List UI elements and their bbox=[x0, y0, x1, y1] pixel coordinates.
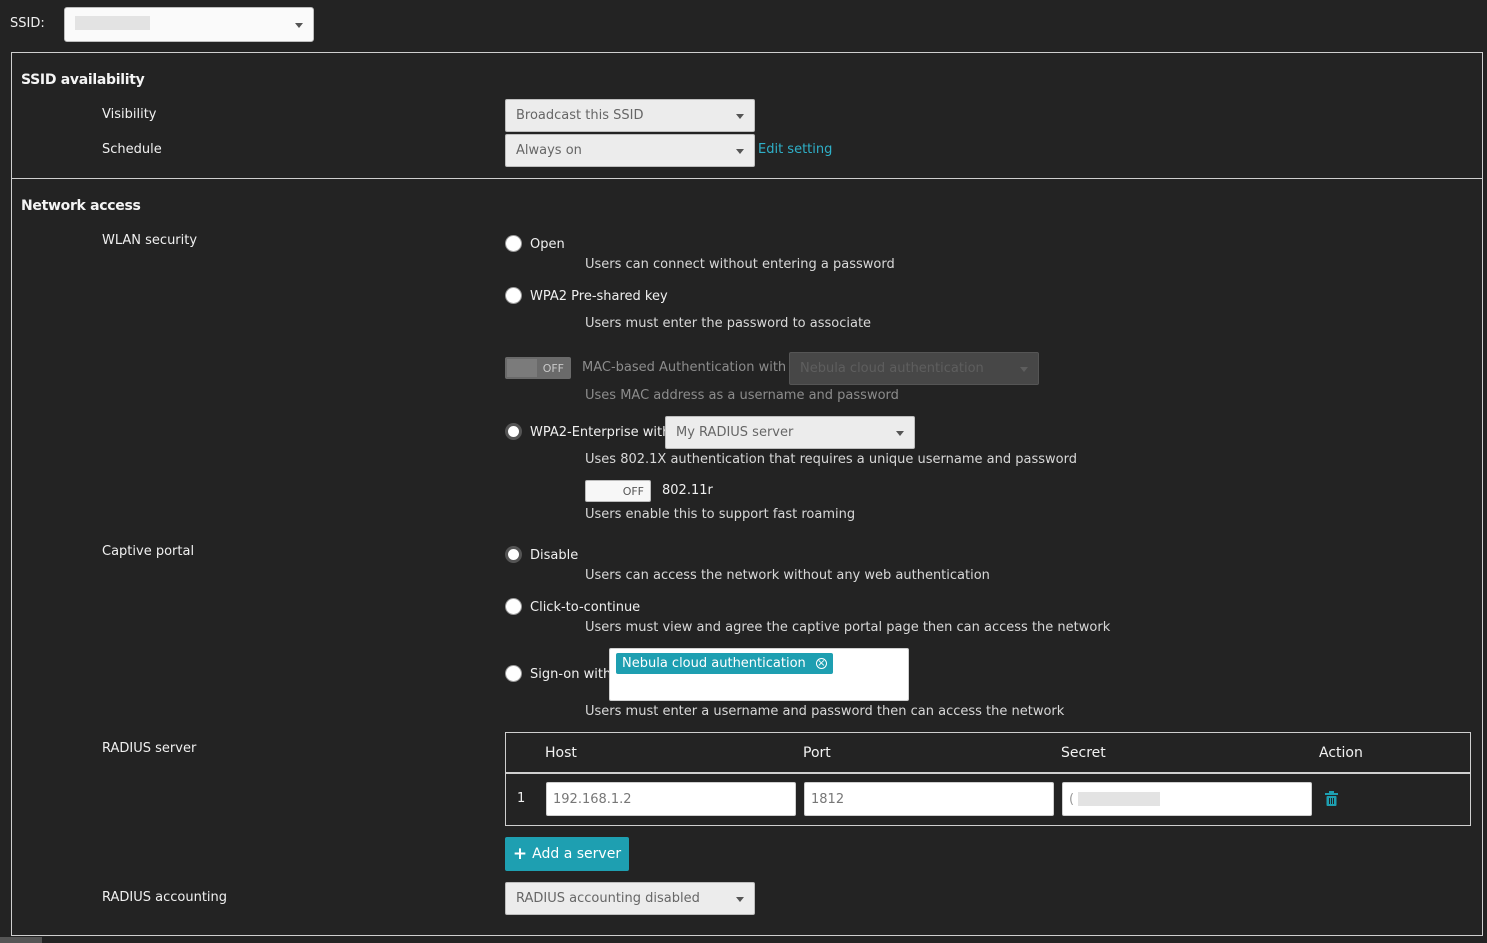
disable-label: Disable bbox=[530, 548, 579, 563]
caret-down-icon bbox=[896, 430, 904, 436]
radius-accounting-label: RADIUS accounting bbox=[102, 890, 228, 905]
mac-auth-select-value: Nebula cloud authentication bbox=[800, 361, 984, 376]
row-index: 1 bbox=[517, 791, 526, 806]
click-to-continue-radio[interactable] bbox=[505, 598, 522, 615]
edit-setting-link[interactable]: Edit setting bbox=[758, 142, 832, 157]
wpa2-psk-label: WPA2 Pre-shared key bbox=[530, 289, 668, 304]
plus-icon: + bbox=[512, 844, 528, 864]
trash-icon[interactable] bbox=[1325, 791, 1338, 810]
disable-description: Users can access the network without any… bbox=[585, 568, 990, 583]
sign-on-radio[interactable] bbox=[505, 665, 522, 682]
radius-server-select-value: My RADIUS server bbox=[676, 425, 794, 440]
visibility-select[interactable]: Broadcast this SSID bbox=[505, 99, 755, 132]
caret-down-icon bbox=[1020, 366, 1028, 372]
add-server-button[interactable]: + Add a server bbox=[505, 837, 629, 871]
sign-on-tag: Nebula cloud authentication × bbox=[616, 653, 833, 674]
radius-accounting-value: RADIUS accounting disabled bbox=[516, 891, 700, 906]
schedule-label: Schedule bbox=[102, 142, 162, 157]
fast-roaming-label: 802.11r bbox=[662, 483, 713, 498]
wpa2-psk-description: Users must enter the password to associa… bbox=[585, 316, 872, 331]
wpa2-psk-radio[interactable] bbox=[505, 287, 522, 304]
caret-down-icon bbox=[736, 896, 744, 902]
visibility-value: Broadcast this SSID bbox=[516, 108, 644, 123]
sign-on-label: Sign-on with bbox=[530, 667, 612, 682]
caret-down-icon bbox=[736, 148, 744, 154]
mac-auth-toggle-state: OFF bbox=[542, 361, 564, 375]
radius-server-select[interactable]: My RADIUS server bbox=[665, 416, 915, 449]
schedule-select[interactable]: Always on bbox=[505, 134, 755, 167]
host-input[interactable]: 192.168.1.2 bbox=[546, 782, 796, 816]
click-to-continue-description: Users must view and agree the captive po… bbox=[585, 620, 1111, 635]
captive-portal-label: Captive portal bbox=[102, 544, 195, 559]
click-to-continue-label: Click-to-continue bbox=[530, 600, 641, 615]
remove-tag-icon[interactable]: × bbox=[815, 658, 827, 669]
network-access-title: Network access bbox=[21, 198, 141, 214]
secret-value: ( bbox=[1069, 791, 1075, 807]
disable-radio[interactable] bbox=[505, 546, 522, 563]
open-description: Users can connect without entering a pas… bbox=[585, 257, 895, 272]
schedule-value: Always on bbox=[516, 143, 582, 158]
add-server-label: Add a server bbox=[532, 846, 622, 862]
wpa2-enterprise-radio[interactable] bbox=[505, 423, 522, 440]
fast-roaming-toggle-state: OFF bbox=[622, 484, 644, 498]
radius-accounting-select[interactable]: RADIUS accounting disabled bbox=[505, 882, 755, 915]
ssid-availability-title: SSID availability bbox=[21, 72, 145, 88]
port-input[interactable]: 1812 bbox=[804, 782, 1054, 816]
horizontal-scrollbar[interactable] bbox=[0, 937, 42, 943]
column-header-action: Action bbox=[1319, 745, 1363, 761]
mac-auth-toggle[interactable]: OFF bbox=[505, 357, 571, 379]
mac-auth-select[interactable]: Nebula cloud authentication bbox=[789, 352, 1039, 385]
port-value: 1812 bbox=[811, 791, 845, 807]
open-label: Open bbox=[530, 237, 565, 252]
secret-input[interactable]: ( bbox=[1062, 782, 1312, 816]
caret-down-icon bbox=[295, 22, 303, 28]
host-value: 192.168.1.2 bbox=[553, 791, 632, 807]
column-header-secret: Secret bbox=[1061, 745, 1106, 761]
caret-down-icon bbox=[736, 113, 744, 119]
toggle-knob bbox=[507, 359, 537, 377]
wlan-security-label: WLAN security bbox=[102, 233, 198, 248]
open-radio[interactable] bbox=[505, 235, 522, 252]
wpa2-enterprise-label: WPA2-Enterprise with bbox=[530, 425, 671, 440]
visibility-label: Visibility bbox=[102, 107, 157, 122]
sign-on-tag-label: Nebula cloud authentication bbox=[622, 656, 806, 671]
ssid-select[interactable] bbox=[64, 7, 314, 42]
table-header-divider bbox=[506, 772, 1470, 774]
mac-auth-description: Uses MAC address as a username and passw… bbox=[585, 388, 899, 403]
sign-on-description: Users must enter a username and password… bbox=[585, 704, 1065, 719]
column-header-host: Host bbox=[545, 745, 577, 761]
ssid-value bbox=[75, 15, 150, 34]
fast-roaming-description: Users enable this to support fast roamin… bbox=[585, 507, 856, 522]
fast-roaming-toggle[interactable]: OFF bbox=[585, 480, 651, 502]
radius-server-label: RADIUS server bbox=[102, 741, 197, 756]
ssid-label: SSID: bbox=[10, 16, 45, 31]
wpa2-enterprise-description: Uses 802.1X authentication that requires… bbox=[585, 452, 1077, 467]
column-header-port: Port bbox=[803, 745, 831, 761]
mac-auth-label: MAC-based Authentication with bbox=[582, 360, 787, 375]
